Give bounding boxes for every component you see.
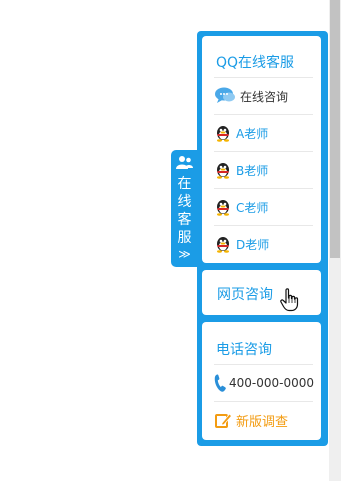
phone-consult-box: 电话咨询 400-000-0000 新版调查: [202, 322, 321, 440]
agent-label-c: C老师: [236, 200, 269, 215]
agent-link-b[interactable]: B老师: [214, 151, 313, 188]
qq-service-title: QQ在线客服: [216, 55, 295, 71]
edit-icon: [215, 413, 232, 428]
online-service-tab-label: 在线客服: [177, 176, 192, 246]
agent-label-a: A老师: [236, 126, 269, 141]
chat-bubble-icon: [215, 87, 235, 103]
web-consult-link[interactable]: 网页咨询: [217, 284, 273, 304]
qq-penguin-icon: [217, 126, 229, 142]
survey-label: 新版调查: [236, 414, 289, 430]
hand-pointer-icon: [280, 288, 299, 312]
phone-icon: [214, 374, 226, 392]
online-consult-label: 在线咨询: [240, 89, 289, 104]
phone-number-row: 400-000-0000: [214, 364, 315, 401]
qq-service-box: QQ在线客服 在线咨询 A老师 B老师 C老师 D老师: [202, 36, 321, 263]
customer-service-panel: QQ在线客服 在线咨询 A老师 B老师 C老师 D老师 网页咨询 电话咨询 40…: [197, 31, 328, 446]
phone-consult-title: 电话咨询: [216, 342, 272, 358]
vertical-scrollbar[interactable]: [329, 0, 341, 481]
double-chevron-right-icon: ≫: [178, 247, 191, 261]
agent-label-b: B老师: [236, 163, 269, 178]
qq-penguin-icon: [217, 200, 229, 216]
users-icon: [176, 156, 193, 169]
agent-label-d: D老师: [236, 237, 270, 252]
online-service-tab[interactable]: 在线客服 ≫: [171, 150, 198, 267]
survey-link[interactable]: 新版调查: [214, 401, 313, 438]
scrollbar-thumb[interactable]: [330, 0, 340, 258]
agent-link-a[interactable]: A老师: [214, 114, 313, 151]
phone-number: 400-000-0000: [229, 376, 315, 390]
online-consult-link[interactable]: 在线咨询: [214, 77, 313, 114]
agent-link-d[interactable]: D老师: [214, 225, 313, 262]
agent-link-c[interactable]: C老师: [214, 188, 313, 225]
web-consult-box[interactable]: 网页咨询: [202, 270, 321, 315]
qq-penguin-icon: [217, 163, 229, 179]
qq-penguin-icon: [217, 237, 229, 253]
